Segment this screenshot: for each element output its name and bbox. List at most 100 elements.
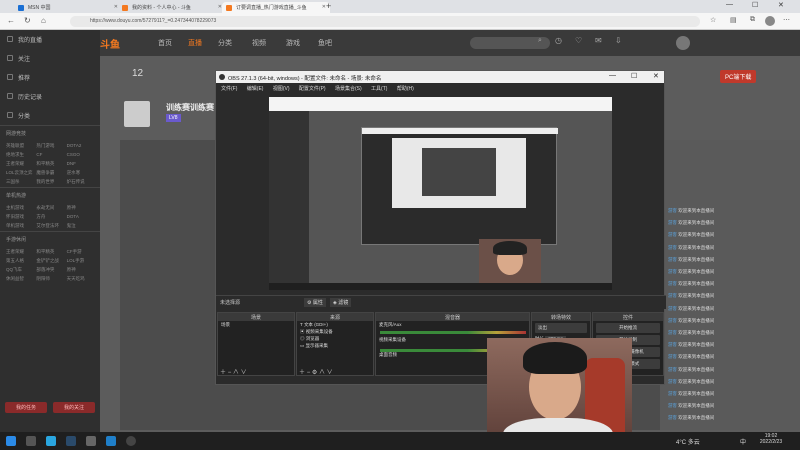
- minimize-icon[interactable]: —: [609, 72, 616, 79]
- start-stream-button[interactable]: 开始推流: [596, 323, 660, 333]
- category-link[interactable]: DOTA2: [67, 143, 94, 149]
- up-icon[interactable]: ∧: [233, 370, 239, 376]
- category-link[interactable]: 天天吃鸡: [67, 276, 94, 282]
- close-icon[interactable]: ✕: [653, 72, 659, 80]
- follow-icon[interactable]: ♡: [575, 36, 582, 45]
- down-icon[interactable]: ∨: [327, 370, 333, 376]
- ime-indicator[interactable]: 中: [740, 437, 746, 446]
- category-link[interactable]: 第五人格: [6, 258, 33, 264]
- close-window-icon[interactable]: ✕: [778, 1, 784, 9]
- follow-button[interactable]: 我的关注: [53, 402, 95, 413]
- obs-preview-canvas[interactable]: [269, 97, 612, 290]
- tab-msn[interactable]: MSN 中国 ✕: [14, 2, 122, 13]
- category-link[interactable]: LOL云顶之弈: [6, 170, 33, 176]
- new-tab-button[interactable]: +: [326, 1, 331, 11]
- nav-video[interactable]: 视频: [252, 38, 266, 48]
- category-link[interactable]: 怀旧游戏: [6, 214, 33, 220]
- category-link[interactable]: QQ飞车: [6, 267, 33, 273]
- category-link[interactable]: 金铲铲之战: [36, 258, 63, 264]
- category-link[interactable]: 英雄联盟: [6, 143, 33, 149]
- profile-avatar[interactable]: [765, 16, 775, 26]
- chat-username[interactable]: 游客: [668, 232, 677, 237]
- up-icon[interactable]: ∧: [319, 370, 325, 376]
- chat-username[interactable]: 游客: [668, 281, 677, 286]
- category-link[interactable]: 绝地求生: [6, 152, 33, 158]
- task-button[interactable]: 我的任务: [5, 402, 47, 413]
- category-link[interactable]: 逆水寒: [67, 170, 94, 176]
- chat-username[interactable]: 游客: [668, 220, 677, 225]
- category-link[interactable]: 魔兽争霸: [36, 170, 63, 176]
- chat-username[interactable]: 游客: [668, 208, 677, 213]
- refresh-icon[interactable]: ↻: [24, 16, 31, 25]
- chat-username[interactable]: 游客: [668, 330, 677, 335]
- nav-category[interactable]: 分类: [218, 38, 232, 48]
- sidebar-item-history[interactable]: 历史记录: [0, 87, 100, 106]
- chat-username[interactable]: 游客: [668, 318, 677, 323]
- maximize-icon[interactable]: ☐: [752, 1, 758, 9]
- chat-username[interactable]: 游客: [668, 269, 677, 274]
- sidebar-item-category[interactable]: 分类: [0, 106, 100, 125]
- chat-username[interactable]: 游客: [668, 354, 677, 359]
- chat-username[interactable]: 游客: [668, 415, 677, 420]
- menu-edit[interactable]: 编辑(E): [247, 86, 264, 92]
- chat-username[interactable]: 游客: [668, 391, 677, 396]
- category-link[interactable]: 方舟: [36, 214, 63, 220]
- url-input[interactable]: https://www.douyu.com/5727911?_=0.247344…: [70, 16, 700, 27]
- message-icon[interactable]: ✉: [595, 36, 602, 45]
- menu-scene-collection[interactable]: 场景集合(S): [335, 86, 362, 92]
- nav-home[interactable]: 首页: [158, 38, 172, 48]
- category-link[interactable]: 永劫无间: [36, 205, 63, 211]
- weather-text[interactable]: 4°C 多云: [676, 437, 700, 446]
- nav-yuba[interactable]: 鱼吧: [318, 38, 332, 48]
- chat-username[interactable]: 游客: [668, 379, 677, 384]
- source-item[interactable]: T 文本 (GDI+): [297, 321, 373, 328]
- category-link[interactable]: 休闲益智: [6, 276, 33, 282]
- category-link[interactable]: LOL手游: [67, 258, 94, 264]
- app-icon[interactable]: [86, 436, 96, 446]
- category-link[interactable]: 艾尔登法环: [36, 223, 63, 229]
- chat-username[interactable]: 游客: [668, 257, 677, 262]
- menu-profile[interactable]: 配置文件(P): [299, 86, 326, 92]
- sidebar-item-recommend[interactable]: 推荐: [0, 68, 100, 87]
- app-icon[interactable]: [46, 436, 56, 446]
- source-item[interactable]: ◎ 浏览器: [297, 335, 373, 342]
- chat-username[interactable]: 游客: [668, 403, 677, 408]
- category-link[interactable]: CSGO: [67, 152, 94, 158]
- extensions-icon[interactable]: ⧉: [750, 16, 755, 24]
- category-link[interactable]: 王者荣耀: [6, 161, 33, 167]
- edge-icon[interactable]: [106, 436, 116, 446]
- chat-username[interactable]: 游客: [668, 245, 677, 250]
- menu-help[interactable]: 帮助(H): [397, 86, 414, 92]
- gear-icon[interactable]: ⚙: [312, 370, 317, 376]
- category-link[interactable]: DOTA: [67, 214, 94, 220]
- category-link[interactable]: 主机游戏: [6, 205, 33, 211]
- search-icon[interactable]: [26, 436, 36, 446]
- minimize-icon[interactable]: —: [726, 1, 733, 8]
- chat-username[interactable]: 游客: [668, 342, 677, 347]
- sidebar-item-mylive[interactable]: 我的直播: [0, 30, 100, 49]
- obs-icon[interactable]: [126, 436, 136, 446]
- category-link[interactable]: 我的世界: [36, 179, 63, 185]
- tab-profile[interactable]: 我的资料 - 个人中心 - 斗鱼 ✕: [118, 2, 226, 13]
- remove-icon[interactable]: −: [228, 370, 232, 376]
- category-link[interactable]: 部落冲突: [36, 267, 63, 273]
- remove-icon[interactable]: −: [307, 370, 311, 376]
- steam-icon[interactable]: [66, 436, 76, 446]
- category-link[interactable]: 王者荣耀: [6, 249, 33, 255]
- down-icon[interactable]: ∨: [241, 370, 247, 376]
- source-item[interactable]: ▣ 视频采集设备: [297, 328, 373, 335]
- category-link[interactable]: 单机游戏: [6, 223, 33, 229]
- tab-live[interactable]: 订要调直播_热门游戏直播_斗鱼 ✕: [222, 2, 330, 13]
- menu-tools[interactable]: 工具(T): [371, 86, 387, 92]
- windows-start-icon[interactable]: [6, 436, 16, 446]
- search-icon[interactable]: ⌕: [538, 37, 542, 45]
- category-link[interactable]: 原神: [67, 205, 94, 211]
- category-link[interactable]: DNF: [67, 161, 94, 167]
- category-link[interactable]: 鬼泣: [67, 223, 94, 229]
- category-link[interactable]: 原神: [67, 267, 94, 273]
- user-avatar[interactable]: [676, 36, 690, 50]
- category-link[interactable]: CF: [36, 152, 63, 158]
- anchor-avatar[interactable]: [124, 101, 150, 127]
- nav-game[interactable]: 游戏: [286, 38, 300, 48]
- menu-view[interactable]: 视图(V): [273, 86, 290, 92]
